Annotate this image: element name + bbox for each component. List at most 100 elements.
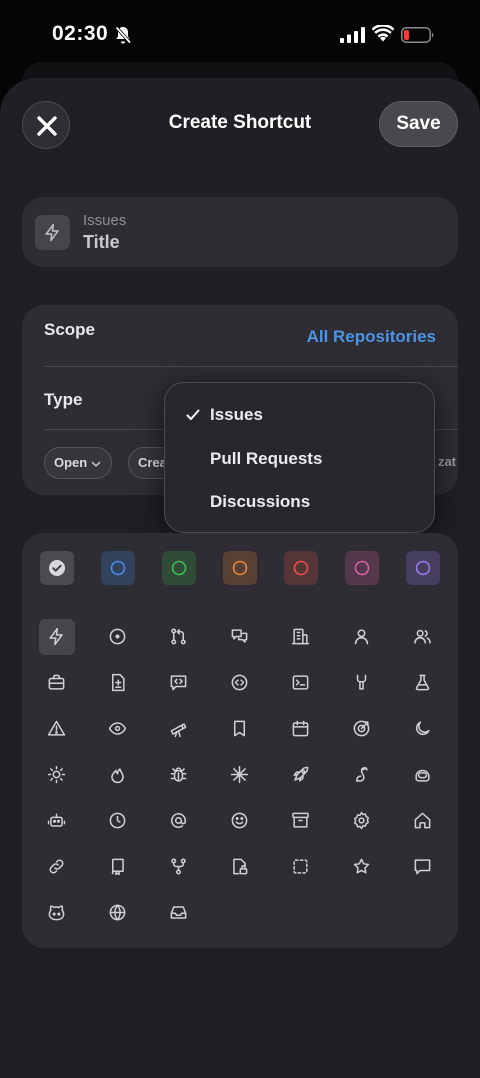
icon-option[interactable] xyxy=(283,757,319,793)
preview-icon-tile xyxy=(35,215,70,250)
color-swatch[interactable] xyxy=(284,551,318,585)
globe-icon xyxy=(109,904,126,921)
robot-icon xyxy=(47,813,66,827)
shortcut-preview[interactable]: Issues Title xyxy=(22,197,458,267)
icon-option[interactable] xyxy=(222,849,258,885)
icon-option[interactable] xyxy=(100,849,136,885)
icon-option[interactable] xyxy=(405,711,441,747)
archive-icon xyxy=(292,812,309,828)
pull-request-icon xyxy=(171,628,186,645)
copilot-icon xyxy=(415,769,430,782)
alert-icon xyxy=(47,720,66,736)
calendar-icon xyxy=(292,720,309,737)
file-locked-icon xyxy=(233,858,248,875)
color-swatch[interactable] xyxy=(162,551,196,585)
icon-option[interactable] xyxy=(39,711,75,747)
eye-icon xyxy=(108,722,127,735)
icon-option[interactable] xyxy=(405,849,441,885)
circle-icon xyxy=(354,560,370,576)
icon-option[interactable] xyxy=(283,803,319,839)
circle-icon xyxy=(171,560,187,576)
icon-option[interactable] xyxy=(100,619,136,655)
icon-option[interactable] xyxy=(344,803,380,839)
color-swatch[interactable] xyxy=(406,551,440,585)
circle-icon xyxy=(415,560,431,576)
sparkle-icon xyxy=(230,765,249,784)
icon-option[interactable] xyxy=(161,619,197,655)
icon-option[interactable] xyxy=(39,665,75,701)
icon-option[interactable] xyxy=(39,619,75,655)
color-swatch[interactable] xyxy=(101,551,135,585)
icon-option[interactable] xyxy=(161,711,197,747)
dropdown-option-pull-requests[interactable]: Pull Requests xyxy=(210,449,322,469)
filter-chip-state[interactable]: Open xyxy=(44,447,113,479)
repo-forked-icon xyxy=(171,858,186,875)
chip-label: Crea xyxy=(138,455,167,470)
icon-option[interactable] xyxy=(161,895,197,931)
icon-option[interactable] xyxy=(283,619,319,655)
icon-option[interactable] xyxy=(100,803,136,839)
icon-option[interactable] xyxy=(405,803,441,839)
icon-option[interactable] xyxy=(222,711,258,747)
file-diff-icon xyxy=(111,673,125,692)
icon-option[interactable] xyxy=(283,665,319,701)
chevron-down-icon xyxy=(91,461,101,467)
type-label: Type xyxy=(44,390,83,409)
dropdown-option-discussions[interactable]: Discussions xyxy=(210,492,310,512)
preview-title: Title xyxy=(83,232,120,252)
icon-option[interactable] xyxy=(405,619,441,655)
icon-option[interactable] xyxy=(222,757,258,793)
clock-icon xyxy=(109,812,126,829)
color-swatch[interactable] xyxy=(223,551,257,585)
icon-option[interactable] xyxy=(39,803,75,839)
status-time: 02:30 xyxy=(52,22,109,45)
scope-value-link[interactable]: All Repositories xyxy=(307,327,436,347)
icon-option[interactable] xyxy=(344,619,380,655)
icon-option[interactable] xyxy=(161,757,197,793)
preview-subtitle: Issues xyxy=(83,212,127,229)
zap-icon xyxy=(45,223,59,242)
icon-option[interactable] xyxy=(283,711,319,747)
icon-option[interactable] xyxy=(161,849,197,885)
scope-label: Scope xyxy=(44,320,96,339)
icon-option[interactable] xyxy=(222,665,258,701)
icon-option[interactable] xyxy=(161,803,197,839)
save-button[interactable]: Save xyxy=(379,101,458,147)
briefcase-icon xyxy=(48,674,65,690)
color-swatch[interactable] xyxy=(345,551,379,585)
icon-option[interactable] xyxy=(39,757,75,793)
icon-option[interactable] xyxy=(39,849,75,885)
icon-option[interactable] xyxy=(39,895,75,931)
icon-option[interactable] xyxy=(405,757,441,793)
terminal-icon xyxy=(292,675,309,690)
person-icon xyxy=(354,629,369,645)
icon-option[interactable] xyxy=(344,757,380,793)
icon-option[interactable] xyxy=(222,619,258,655)
zap-icon xyxy=(49,627,63,646)
icon-option[interactable] xyxy=(283,849,319,885)
bug-icon xyxy=(170,767,187,782)
organization-icon xyxy=(291,628,310,645)
icon-option[interactable] xyxy=(161,665,197,701)
icon-option[interactable] xyxy=(344,665,380,701)
chip-label: zat xyxy=(437,454,456,469)
check-circle-icon xyxy=(49,560,65,576)
icon-option[interactable] xyxy=(405,665,441,701)
dropdown-option-issues[interactable]: Issues xyxy=(210,405,263,425)
goal-icon xyxy=(353,720,370,737)
rocket-icon xyxy=(293,766,309,782)
icon-option[interactable] xyxy=(100,895,136,931)
gear-icon xyxy=(354,811,369,830)
code-square-icon xyxy=(231,674,248,691)
icon-option[interactable] xyxy=(100,757,136,793)
bell-slash-icon xyxy=(114,25,132,45)
icon-option[interactable] xyxy=(344,849,380,885)
icon-option[interactable] xyxy=(100,711,136,747)
color-swatch[interactable] xyxy=(40,551,74,585)
repo-icon xyxy=(111,858,124,876)
icon-option[interactable] xyxy=(222,803,258,839)
divider xyxy=(44,366,458,367)
icon-option[interactable] xyxy=(344,711,380,747)
wifi-icon xyxy=(372,25,394,42)
icon-option[interactable] xyxy=(100,665,136,701)
